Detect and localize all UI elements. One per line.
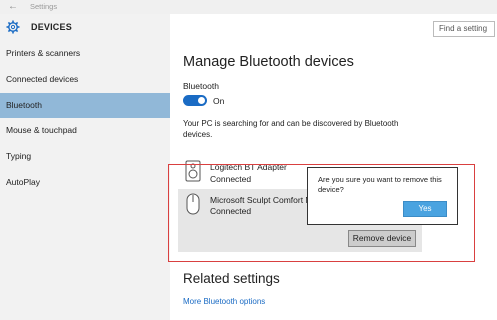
sidebar-item-bluetooth[interactable]: Bluetooth [0,93,170,118]
bluetooth-toggle[interactable] [183,95,207,106]
highlight-box [168,164,475,262]
title-bar: ← Settings [0,0,497,14]
related-settings-title: Related settings [183,271,280,286]
bluetooth-label: Bluetooth [183,81,219,91]
toggle-state-label: On [213,96,225,106]
sidebar-item-autoplay[interactable]: AutoPlay [0,170,170,195]
more-bluetooth-options-link[interactable]: More Bluetooth options [183,297,265,306]
sidebar: Printers & scanners Connected devices Bl… [0,14,170,320]
gear-icon [6,20,20,34]
sidebar-item-printers-scanners[interactable]: Printers & scanners [0,41,170,66]
page-title: Manage Bluetooth devices [183,54,354,70]
back-arrow-icon[interactable]: ← [8,0,18,14]
toggle-knob [198,97,205,104]
sidebar-item-typing[interactable]: Typing [0,144,170,169]
sidebar-item-mouse-touchpad[interactable]: Mouse & touchpad [0,118,170,143]
sidebar-item-connected-devices[interactable]: Connected devices [0,67,170,92]
search-input[interactable]: Find a setting [433,21,495,37]
section-title: DEVICES [31,22,72,32]
discovery-info-text: Your PC is searching for and can be disc… [183,119,399,139]
window-title: Settings [30,2,58,11]
